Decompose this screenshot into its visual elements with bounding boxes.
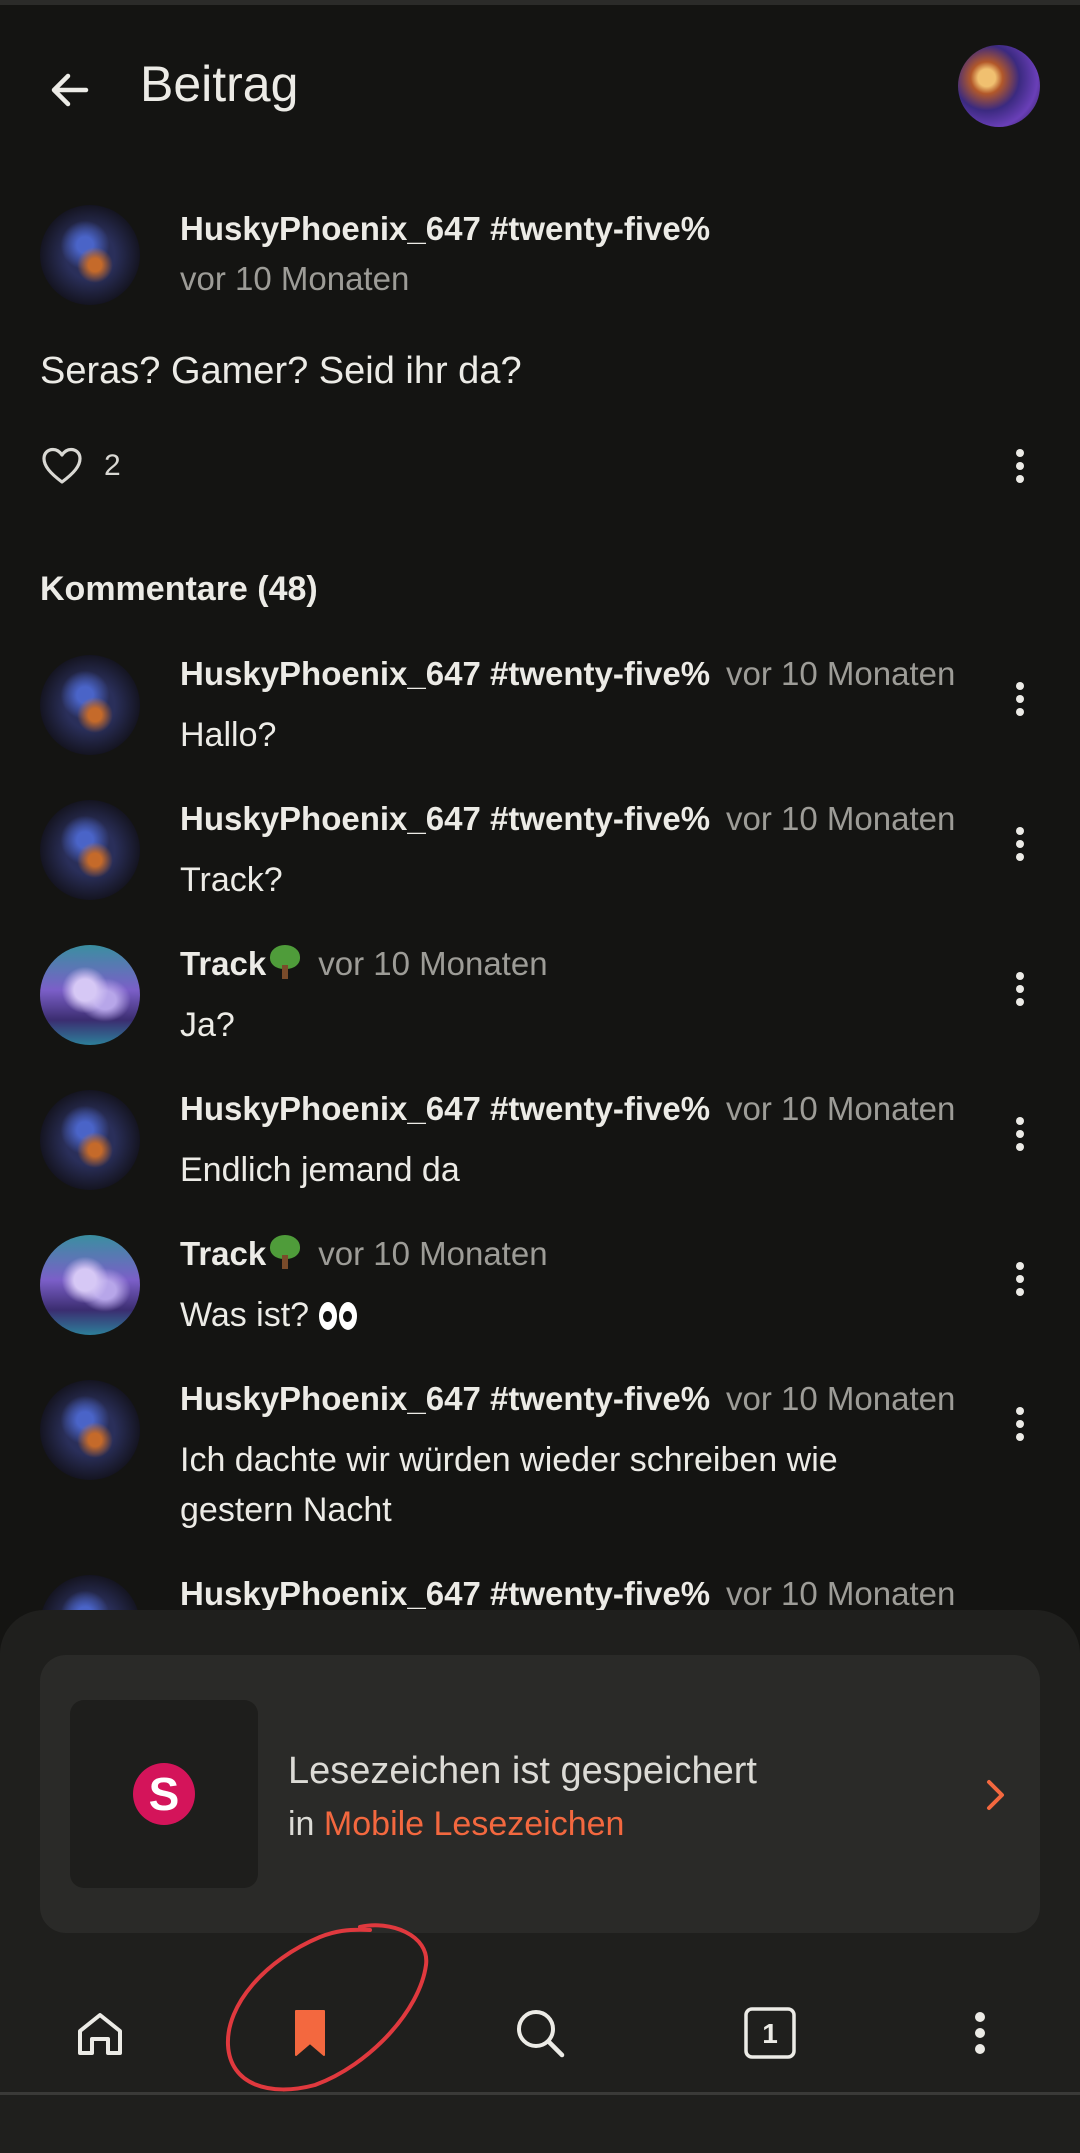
- comment-author[interactable]: HuskyPhoenix_647 #twenty-five%: [180, 1380, 710, 1417]
- back-button[interactable]: [30, 50, 110, 130]
- comment-more-button[interactable]: [1000, 1253, 1040, 1305]
- comment-timestamp: vor 10 Monaten: [318, 1235, 548, 1272]
- comment-author[interactable]: Track: [180, 945, 302, 982]
- nav-bookmarks-button[interactable]: [260, 1983, 360, 2083]
- tree-emoji-icon: [268, 1235, 302, 1271]
- comment-text: Was ist?: [180, 1290, 940, 1344]
- comment-more-button[interactable]: [1000, 673, 1040, 725]
- app-header: Beitrag: [0, 5, 1080, 165]
- post-more-button[interactable]: [1000, 440, 1040, 492]
- comment-text: Track?: [180, 861, 283, 899]
- comment-header: Track vor 10 Monaten: [180, 1235, 548, 1273]
- comment-avatar[interactable]: [40, 1235, 140, 1335]
- more-vertical-icon: [1016, 972, 1024, 1006]
- nav-search-button[interactable]: [490, 1983, 590, 2083]
- more-vertical-icon: [975, 2012, 985, 2054]
- comment-more-button[interactable]: [1000, 818, 1040, 870]
- tabs-icon: 1: [744, 2007, 796, 2059]
- search-icon: [517, 2010, 565, 2058]
- more-vertical-icon: [1016, 1262, 1024, 1296]
- comment-timestamp: vor 10 Monaten: [318, 945, 548, 982]
- comment-avatar[interactable]: [40, 655, 140, 755]
- gesture-bar-divider: [0, 2092, 1080, 2095]
- comment-timestamp: vor 10 Monaten: [726, 1380, 956, 1417]
- toast-subtitle: in Mobile Lesezeichen: [288, 1805, 625, 1843]
- tree-emoji-icon: [268, 945, 302, 981]
- comment-timestamp: vor 10 Monaten: [726, 1090, 956, 1127]
- comment-author[interactable]: HuskyPhoenix_647 #twenty-five%: [180, 1090, 710, 1127]
- comment-header: HuskyPhoenix_647 #twenty-five% vor 10 Mon…: [180, 1575, 955, 1613]
- page-title: Beitrag: [140, 56, 299, 112]
- tab-count: 1: [762, 2018, 778, 2049]
- comment-avatar[interactable]: [40, 945, 140, 1045]
- comment-more-button[interactable]: [1000, 1398, 1040, 1450]
- comment-header: HuskyPhoenix_647 #twenty-five% vor 10 Mon…: [180, 800, 955, 838]
- comment-timestamp: vor 10 Monaten: [726, 800, 956, 837]
- account-avatar[interactable]: [958, 45, 1040, 127]
- bottom-sheet: S Lesezeichen ist gespeichert in Mobile …: [0, 1610, 1080, 2153]
- comment-avatar[interactable]: [40, 1380, 140, 1480]
- more-vertical-icon: [1016, 682, 1024, 716]
- more-vertical-icon: [1016, 1407, 1024, 1441]
- comment-text: Hallo?: [180, 716, 277, 754]
- arrow-left-icon: [51, 73, 89, 107]
- comment-header: HuskyPhoenix_647 #twenty-five% vor 10 Mon…: [180, 655, 955, 693]
- site-icon-box: S: [70, 1700, 258, 1888]
- comments-heading: Kommentare (48): [40, 570, 318, 608]
- bookmark-saved-toast[interactable]: S Lesezeichen ist gespeichert in Mobile …: [40, 1655, 1040, 1933]
- toast-title: Lesezeichen ist gespeichert: [288, 1750, 757, 1792]
- post-body: Seras? Gamer? Seid ihr da?: [40, 350, 522, 392]
- comment-timestamp: vor 10 Monaten: [726, 1575, 956, 1612]
- more-vertical-icon: [1016, 1117, 1024, 1151]
- toast-open-button[interactable]: [970, 1770, 1020, 1820]
- like-count: 2: [104, 449, 121, 482]
- comment-text: Ich dachte wir würden wieder schreiben w…: [180, 1441, 838, 1529]
- comment-more-button[interactable]: [1000, 963, 1040, 1015]
- home-icon: [78, 2013, 122, 2055]
- comment-author[interactable]: HuskyPhoenix_647 #twenty-five%: [180, 1575, 710, 1612]
- bottom-navigation: 1: [0, 1953, 1080, 2103]
- comment-text: Ja?: [180, 1006, 235, 1044]
- post-author-name[interactable]: HuskyPhoenix_647 #twenty-five%: [180, 210, 710, 248]
- comment-author[interactable]: HuskyPhoenix_647 #twenty-five%: [180, 800, 710, 837]
- comment-avatar[interactable]: [40, 1090, 140, 1190]
- more-vertical-icon: [1016, 449, 1024, 483]
- eyes-emoji-icon: [319, 1294, 359, 1344]
- post-author-avatar[interactable]: [40, 205, 140, 305]
- like-button[interactable]: 2: [40, 440, 121, 492]
- nav-tabs-button[interactable]: 1: [720, 1983, 820, 2083]
- nav-home-button[interactable]: [50, 1983, 150, 2083]
- site-logo: S: [133, 1763, 195, 1825]
- bookmark-folder-link[interactable]: Mobile Lesezeichen: [324, 1805, 625, 1843]
- comment-header: HuskyPhoenix_647 #twenty-five% vor 10 Mon…: [180, 1380, 955, 1418]
- comment-more-button[interactable]: [1000, 1108, 1040, 1160]
- comment-header: HuskyPhoenix_647 #twenty-five% vor 10 Mon…: [180, 1090, 955, 1128]
- comment-timestamp: vor 10 Monaten: [726, 655, 956, 692]
- comment-header: Track vor 10 Monaten: [180, 945, 548, 983]
- nav-menu-button[interactable]: [930, 1983, 1030, 2083]
- heart-icon: [42, 447, 82, 484]
- comment-text: Endlich jemand da: [180, 1151, 460, 1189]
- comment-author[interactable]: HuskyPhoenix_647 #twenty-five%: [180, 655, 710, 692]
- comment-author[interactable]: Track: [180, 1235, 302, 1272]
- post-timestamp: vor 10 Monaten: [180, 260, 410, 297]
- comment-avatar[interactable]: [40, 800, 140, 900]
- chevron-right-icon: [987, 1780, 1004, 1810]
- more-vertical-icon: [1016, 827, 1024, 861]
- bookmark-icon: [295, 2010, 325, 2056]
